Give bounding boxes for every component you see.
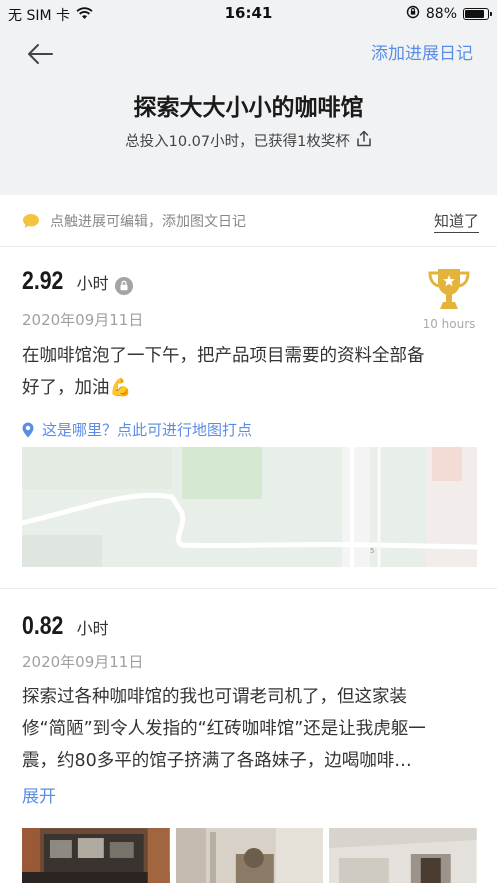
battery-fill — [465, 10, 485, 18]
entry-text-line: 震，约80多平的馆子挤满了各路妹子，边喝咖啡… — [22, 751, 412, 771]
summary: 总投入10.07小时，已获得1枚奖杯 — [0, 130, 497, 151]
progress-entry[interactable]: 0.82 小时 2020年09月11日 探索过各种咖啡馆的我也可谓老司机了，但这… — [0, 590, 497, 883]
entry-text-line: 探索过各种咖啡馆的我也可谓老司机了，但这家装 — [22, 687, 407, 707]
trophy-icon — [428, 269, 470, 309]
dismiss-tip-button[interactable]: 知道了 — [433, 210, 479, 233]
status-bar: 无 SIM 卡 16:41 88% — [0, 0, 497, 28]
add-diary-button[interactable]: 添加进展日记 — [371, 39, 473, 64]
hours-row: 0.82 小时 — [22, 612, 109, 641]
hours-value: 2.92 — [22, 267, 64, 295]
battery-percent: 88% — [425, 6, 457, 22]
share-icon[interactable] — [356, 130, 372, 151]
entry-text: 在咖啡馆泡了一下午，把产品项目需要的资料全部备 好了，加油💪 — [22, 340, 477, 404]
tip-bar: 点触进展可编辑，添加图文日记 知道了 — [0, 195, 497, 247]
location-link[interactable]: 这是哪里？点此可进行地图打点 — [22, 419, 252, 440]
entry-text-line: 好了，加油💪 — [22, 378, 132, 398]
hours-unit: 小时 — [76, 619, 109, 638]
photo-strip — [22, 828, 478, 883]
map-marker-label: 5 — [370, 547, 374, 555]
progress-entry[interactable]: 2.92 小时 2020年09月11日 10 hours 在咖啡馆泡了一下午，把… — [0, 247, 497, 589]
expand-button[interactable]: 展开 — [22, 782, 56, 807]
location-pin-icon — [22, 422, 34, 437]
entry-text: 探索过各种咖啡馆的我也可谓老司机了，但这家装 修“简陋”到令人发指的“红砖咖啡馆… — [22, 681, 477, 777]
photo-thumbnail[interactable] — [22, 828, 170, 883]
orientation-lock-icon — [406, 5, 420, 23]
photo-thumbnail[interactable] — [329, 828, 478, 883]
back-arrow-icon — [28, 44, 53, 64]
hours-value: 0.82 — [22, 612, 64, 640]
location-prompt: 这是哪里？点此可进行地图打点 — [42, 421, 253, 439]
battery-icon — [463, 8, 492, 20]
chat-bubble-icon — [22, 213, 40, 233]
header: 添加进展日记 探索大大小小的咖啡馆 总投入10.07小时，已获得1枚奖杯 — [0, 28, 497, 195]
entry-text-line: 在咖啡馆泡了一下午，把产品项目需要的资料全部备 — [22, 346, 425, 366]
tip-text: 点触进展可编辑，添加图文日记 — [50, 214, 246, 230]
page-title: 探索大大小小的咖啡馆 — [133, 95, 364, 121]
hours-row: 2.92 小时 — [22, 267, 133, 296]
summary-text: 总投入10.07小时，已获得1枚奖杯 — [125, 134, 350, 150]
lock-icon — [114, 276, 133, 295]
trophy-label: 10 hours — [422, 317, 476, 331]
hours-unit: 小时 — [76, 274, 109, 293]
status-right: 88% — [406, 5, 492, 23]
entry-date: 2020年09月11日 — [22, 311, 144, 329]
entry-text-line: 修“简陋”到令人发指的“红砖咖啡馆”还是让我虎躯一 — [22, 719, 426, 739]
map-view[interactable]: 5 — [22, 447, 477, 567]
trophy-badge[interactable]: 10 hours — [421, 267, 477, 331]
photo-thumbnail[interactable] — [175, 828, 324, 883]
back-button[interactable] — [22, 36, 58, 72]
entry-date: 2020年09月11日 — [22, 653, 144, 671]
